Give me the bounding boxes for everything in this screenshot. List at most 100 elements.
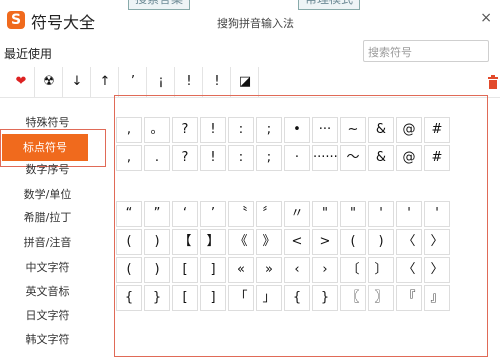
symbol-cell[interactable]: @: [396, 117, 422, 143]
symbol-cell[interactable]: ]: [200, 257, 226, 283]
symbol-cell[interactable]: 〃: [284, 201, 310, 227]
symbol-cell[interactable]: ,: [116, 145, 142, 171]
symbol-cell[interactable]: ]: [200, 285, 226, 311]
sidebar-item-greek-latin[interactable]: 希腊/拉丁: [0, 207, 95, 229]
symbol-cell[interactable]: ›: [312, 257, 338, 283]
symbol-cell[interactable]: ): [368, 229, 394, 255]
symbol-cell[interactable]: 「: [228, 285, 254, 311]
recent-symbol[interactable]: !: [176, 67, 203, 97]
symbol-cell[interactable]: 《: [228, 229, 254, 255]
symbol-cell[interactable]: 〔: [340, 257, 366, 283]
symbol-cell[interactable]: 〉: [424, 257, 450, 283]
symbol-cell[interactable]: 〉: [424, 229, 450, 255]
symbol-cell[interactable]: !: [200, 117, 226, 143]
background-tab[interactable]: 搜索答案: [128, 0, 191, 10]
symbol-cell[interactable]: “: [116, 201, 142, 227]
trash-icon[interactable]: [487, 75, 499, 89]
recent-symbol[interactable]: ❤: [8, 67, 35, 97]
symbol-cell[interactable]: [: [172, 285, 198, 311]
symbol-cell[interactable]: •: [284, 117, 310, 143]
symbol-cell[interactable]: &: [368, 117, 394, 143]
recent-symbol[interactable]: ¡: [148, 67, 175, 97]
symbol-cell[interactable]: ······: [312, 145, 338, 171]
symbol-cell[interactable]: :: [228, 117, 254, 143]
background-tab[interactable]: 帮理模式: [298, 0, 361, 10]
symbol-cell[interactable]: »: [256, 257, 282, 283]
symbol-cell[interactable]: ‹: [284, 257, 310, 283]
recent-symbol[interactable]: ☢: [36, 67, 63, 97]
symbol-cell[interactable]: 〈: [396, 229, 422, 255]
symbol-cell[interactable]: ·: [284, 145, 310, 171]
symbol-cell[interactable]: ': [368, 201, 394, 227]
symbol-cell[interactable]: 》: [256, 229, 282, 255]
symbol-cell[interactable]: &: [368, 145, 394, 171]
sogou-logo-icon: S: [7, 11, 25, 29]
symbol-cell[interactable]: .: [144, 145, 170, 171]
sidebar-item-chinese-chars[interactable]: 中文字符: [0, 257, 95, 279]
search-box[interactable]: [363, 40, 490, 62]
symbol-cell[interactable]: !: [200, 145, 226, 171]
symbol-cell[interactable]: }: [144, 285, 170, 311]
app-title: 符号大全: [31, 13, 96, 32]
sidebar-item-punctuation[interactable]: 标点符号: [2, 134, 88, 161]
symbol-cell[interactable]: ～: [340, 145, 366, 171]
symbol-cell[interactable]: ": [312, 201, 338, 227]
symbol-cell[interactable]: ”: [144, 201, 170, 227]
symbol-cell[interactable]: 』: [424, 285, 450, 311]
sidebar-item-japanese-chars[interactable]: 日文字符: [0, 305, 95, 327]
symbol-cell[interactable]: >: [312, 229, 338, 255]
symbol-cell[interactable]: #: [424, 145, 450, 171]
symbol-cell[interactable]: }: [312, 285, 338, 311]
symbol-cell[interactable]: 〈: [396, 257, 422, 283]
symbol-cell[interactable]: ,: [116, 117, 142, 143]
recent-symbol[interactable]: ↓: [64, 67, 91, 97]
symbol-cell[interactable]: ': [396, 201, 422, 227]
symbol-cell[interactable]: 〗: [368, 285, 394, 311]
recent-symbol[interactable]: ↑: [92, 67, 119, 97]
sidebar-item-korean-chars[interactable]: 韩文字符: [0, 329, 95, 351]
symbol-cell[interactable]: (: [340, 229, 366, 255]
symbol-cell[interactable]: {: [116, 285, 142, 311]
recent-symbol[interactable]: ◪: [232, 67, 259, 97]
sidebar-item-english-phonetic[interactable]: 英文音标: [0, 281, 95, 303]
symbol-cell[interactable]: [: [172, 257, 198, 283]
symbol-cell[interactable]: ;: [256, 145, 282, 171]
symbol-cell[interactable]: ;: [256, 117, 282, 143]
symbol-cell[interactable]: ?: [172, 145, 198, 171]
sidebar-item-pinyin-zhuyin[interactable]: 拼音/注音: [0, 232, 95, 254]
symbol-cell[interactable]: «: [228, 257, 254, 283]
symbol-cell[interactable]: 【: [172, 229, 198, 255]
symbol-cell[interactable]: 『: [396, 285, 422, 311]
symbol-cell[interactable]: ~: [340, 117, 366, 143]
symbol-cell[interactable]: 。: [144, 117, 170, 143]
symbol-cell[interactable]: 〕: [368, 257, 394, 283]
recent-symbol[interactable]: ’: [120, 67, 147, 97]
symbol-cell[interactable]: @: [396, 145, 422, 171]
close-icon[interactable]: ×: [480, 10, 492, 26]
symbol-cell[interactable]: #: [424, 117, 450, 143]
sidebar-item-number-sequence[interactable]: 数字序号: [0, 159, 95, 181]
symbol-cell[interactable]: 〞: [256, 201, 282, 227]
search-input[interactable]: [364, 43, 490, 62]
symbol-cell[interactable]: 」: [256, 285, 282, 311]
symbol-cell[interactable]: ···: [312, 117, 338, 143]
symbol-cell[interactable]: 】: [200, 229, 226, 255]
symbol-cell[interactable]: ?: [172, 117, 198, 143]
symbol-cell[interactable]: ‘: [172, 201, 198, 227]
symbol-cell[interactable]: :: [228, 145, 254, 171]
symbol-cell[interactable]: <: [284, 229, 310, 255]
symbol-cell[interactable]: (: [116, 257, 142, 283]
recent-symbol[interactable]: !: [204, 67, 231, 97]
symbol-cell[interactable]: 〝: [228, 201, 254, 227]
symbol-cell[interactable]: (: [116, 229, 142, 255]
symbol-cell[interactable]: 〖: [340, 285, 366, 311]
symbol-cell[interactable]: ": [340, 201, 366, 227]
symbol-cell[interactable]: ): [144, 229, 170, 255]
sidebar-item-special-symbols[interactable]: 特殊符号: [0, 112, 95, 134]
symbol-cell[interactable]: {: [284, 285, 310, 311]
sidebar-item-math-units[interactable]: 数学/单位: [0, 184, 95, 206]
symbol-cell[interactable]: ': [424, 201, 450, 227]
symbol-cell[interactable]: ): [144, 257, 170, 283]
trash-icon[interactable]: [487, 75, 499, 92]
symbol-cell[interactable]: ’: [200, 201, 226, 227]
